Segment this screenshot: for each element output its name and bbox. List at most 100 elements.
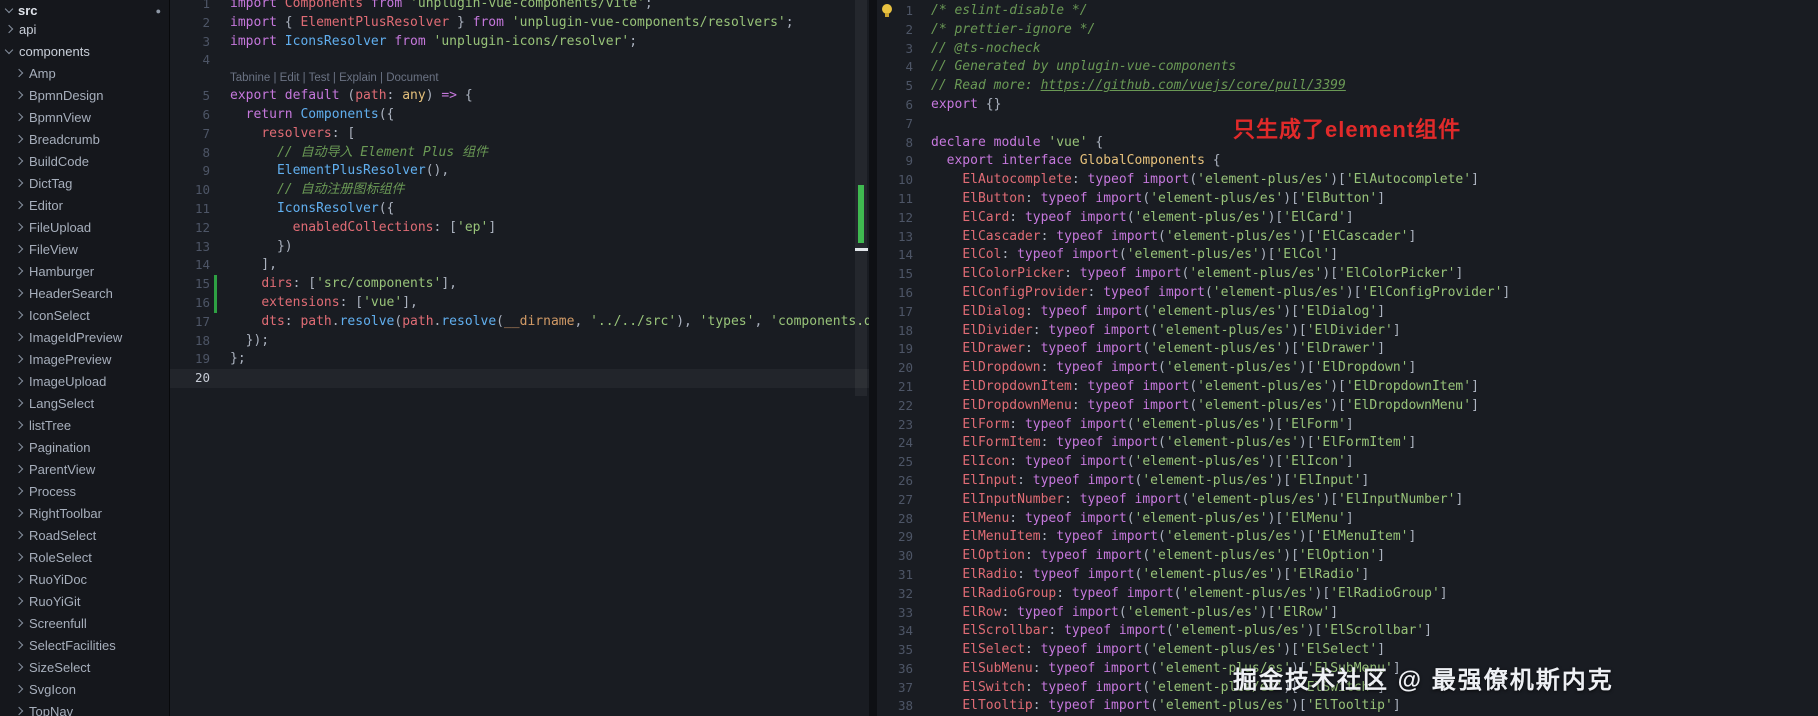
code-line[interactable]: 20 [170, 369, 869, 388]
code-line[interactable]: 34 ElScrollbar: typeof import('element-p… [877, 622, 1818, 641]
line-number: 37 [885, 679, 913, 698]
code-line[interactable]: 21 ElDropdownItem: typeof import('elemen… [877, 378, 1818, 397]
lightbulb-icon[interactable] [882, 4, 892, 14]
code-line[interactable]: 1/* eslint-disable */ [877, 2, 1818, 21]
sidebar-item-topnav[interactable]: TopNav [0, 700, 169, 716]
sidebar-item-components[interactable]: components [0, 40, 169, 62]
tabnine-codelens-actions[interactable]: Tabnine | Edit | Test | Explain | Docume… [230, 70, 439, 87]
code-line[interactable]: 17 ElDialog: typeof import('element-plus… [877, 303, 1818, 322]
code-line[interactable]: 9 ElementPlusResolver(), [170, 162, 869, 181]
sidebar-item-iconselect[interactable]: IconSelect [0, 304, 169, 326]
sidebar-item-sizeselect[interactable]: SizeSelect [0, 656, 169, 678]
code-line[interactable]: 12 ElCard: typeof import('element-plus/e… [877, 209, 1818, 228]
code-line[interactable]: 15 ElColorPicker: typeof import('element… [877, 265, 1818, 284]
line-number: 3 [885, 40, 913, 59]
code-line[interactable]: 11 ElButton: typeof import('element-plus… [877, 190, 1818, 209]
sidebar-item-pagination[interactable]: Pagination [0, 436, 169, 458]
code-line[interactable]: 30 ElOption: typeof import('element-plus… [877, 547, 1818, 566]
code-line[interactable]: 23 ElForm: typeof import('element-plus/e… [877, 416, 1818, 435]
code-line[interactable]: 4 [170, 51, 869, 70]
code-line[interactable]: 12 enabledCollections: ['ep'] [170, 219, 869, 238]
sidebar-item-langselect[interactable]: LangSelect [0, 392, 169, 414]
sidebar-item-imagepreview[interactable]: ImagePreview [0, 348, 169, 370]
code-line[interactable]: 28 ElMenu: typeof import('element-plus/e… [877, 510, 1818, 529]
code-line[interactable]: 5// Read more: https://github.com/vuejs/… [877, 77, 1818, 96]
sidebar-item-bpmnview[interactable]: BpmnView [0, 106, 169, 128]
line-number: 13 [885, 228, 913, 247]
code-line[interactable]: 24 ElFormItem: typeof import('element-pl… [877, 434, 1818, 453]
sidebar-item-ruoyigit[interactable]: RuoYiGit [0, 590, 169, 612]
code-line[interactable]: 18 }); [170, 332, 869, 351]
sidebar-item-roadselect[interactable]: RoadSelect [0, 524, 169, 546]
sidebar-item-amp[interactable]: Amp [0, 62, 169, 84]
code-line[interactable]: 35 ElSelect: typeof import('element-plus… [877, 641, 1818, 660]
sidebar-item-parentview[interactable]: ParentView [0, 458, 169, 480]
code-line[interactable]: 27 ElInputNumber: typeof import('element… [877, 491, 1818, 510]
code-line[interactable]: 16 ElConfigProvider: typeof import('elem… [877, 284, 1818, 303]
code-line[interactable]: 8 // 自动导入 Element Plus 组件 [170, 144, 869, 163]
line-number: 12 [885, 209, 913, 228]
sidebar-item-buildcode[interactable]: BuildCode [0, 150, 169, 172]
sidebar-item-listtree[interactable]: listTree [0, 414, 169, 436]
code-line[interactable]: 20 ElDropdown: typeof import('element-pl… [877, 359, 1818, 378]
code-line[interactable]: 5export default (path: any) => { [170, 87, 869, 106]
code-line[interactable]: 16 extensions: ['vue'], [170, 294, 869, 313]
sidebar-item-selectfacilities[interactable]: SelectFacilities [0, 634, 169, 656]
explorer-actions-dot-icon[interactable]: ● [156, 6, 161, 16]
sidebar-item-bpmndesign[interactable]: BpmnDesign [0, 84, 169, 106]
chevron-right-icon [15, 641, 23, 649]
code-line[interactable]: 3import IconsResolver from 'unplugin-ico… [170, 33, 869, 52]
code-line[interactable]: 11 IconsResolver({ [170, 200, 869, 219]
sidebar-item-hamburger[interactable]: Hamburger [0, 260, 169, 282]
code-line[interactable]: 32 ElRadioGroup: typeof import('element-… [877, 585, 1818, 604]
code-line[interactable]: 6 return Components({ [170, 106, 869, 125]
sidebar-item-dicttag[interactable]: DictTag [0, 172, 169, 194]
code-line[interactable]: 1import Components from 'unplugin-vue-co… [170, 0, 869, 14]
code-text: // 自动注册图标组件 [230, 181, 404, 200]
code-line[interactable]: 13 ElCascader: typeof import('element-pl… [877, 228, 1818, 247]
sidebar-item-ruoyidoc[interactable]: RuoYiDoc [0, 568, 169, 590]
code-line[interactable]: 19 ElDrawer: typeof import('element-plus… [877, 340, 1818, 359]
code-line[interactable]: 2/* prettier-ignore */ [877, 21, 1818, 40]
chevron-down-icon [5, 45, 13, 53]
sidebar-item-editor[interactable]: Editor [0, 194, 169, 216]
code-line[interactable]: 26 ElInput: typeof import('element-plus/… [877, 472, 1818, 491]
code-line[interactable]: 15 dirs: ['src/components'], [170, 275, 869, 294]
code-line[interactable]: 10 ElAutocomplete: typeof import('elemen… [877, 171, 1818, 190]
sidebar-item-api[interactable]: api [0, 18, 169, 40]
code-line[interactable]: 38 ElTooltip: typeof import('element-plu… [877, 697, 1818, 716]
sidebar-item-process[interactable]: Process [0, 480, 169, 502]
code-line[interactable]: 10 // 自动注册图标组件 [170, 181, 869, 200]
code-line[interactable]: 14 ], [170, 256, 869, 275]
code-line[interactable]: 22 ElDropdownMenu: typeof import('elemen… [877, 397, 1818, 416]
code-line[interactable]: 19}; [170, 350, 869, 369]
code-line[interactable]: 18 ElDivider: typeof import('element-plu… [877, 322, 1818, 341]
sidebar-item-imageidpreview[interactable]: ImageIdPreview [0, 326, 169, 348]
code-line[interactable]: 31 ElRadio: typeof import('element-plus/… [877, 566, 1818, 585]
code-line[interactable]: 33 ElRow: typeof import('element-plus/es… [877, 604, 1818, 623]
sidebar-item-righttoolbar[interactable]: RightToolbar [0, 502, 169, 524]
code-line[interactable]: 14 ElCol: typeof import('element-plus/es… [877, 246, 1818, 265]
code-line[interactable]: 17 dts: path.resolve(path.resolve(__dirn… [170, 313, 869, 332]
sidebar-item-breadcrumb[interactable]: Breadcrumb [0, 128, 169, 150]
code-line[interactable]: 3// @ts-nocheck [877, 40, 1818, 59]
code-line[interactable]: 2import { ElementPlusResolver } from 'un… [170, 14, 869, 33]
sidebar-item-fileview[interactable]: FileView [0, 238, 169, 260]
chevron-right-icon [15, 509, 23, 517]
sidebar-item-headersearch[interactable]: HeaderSearch [0, 282, 169, 304]
sidebar-item-imageupload[interactable]: ImageUpload [0, 370, 169, 392]
code-line[interactable]: 4// Generated by unplugin-vue-components [877, 58, 1818, 77]
code-line[interactable]: 13 }) [170, 238, 869, 257]
sidebar-item-screenfull[interactable]: Screenfull [0, 612, 169, 634]
line-number: 10 [885, 171, 913, 190]
sidebar-item-fileupload[interactable]: FileUpload [0, 216, 169, 238]
sidebar-item-roleselect[interactable]: RoleSelect [0, 546, 169, 568]
code-line[interactable]: 7 resolvers: [ [170, 125, 869, 144]
explorer-root-folder[interactable]: src ● [0, 0, 169, 18]
code-text: ElColorPicker: typeof import('element-pl… [931, 265, 1463, 284]
sidebar-item-svgicon[interactable]: SvgIcon [0, 678, 169, 700]
code-line[interactable]: 9 export interface GlobalComponents { [877, 152, 1818, 171]
code-line[interactable]: 29 ElMenuItem: typeof import('element-pl… [877, 528, 1818, 547]
app-root: src ● apicomponentsAmpBpmnDesignBpmnView… [0, 0, 1818, 716]
code-line[interactable]: 25 ElIcon: typeof import('element-plus/e… [877, 453, 1818, 472]
